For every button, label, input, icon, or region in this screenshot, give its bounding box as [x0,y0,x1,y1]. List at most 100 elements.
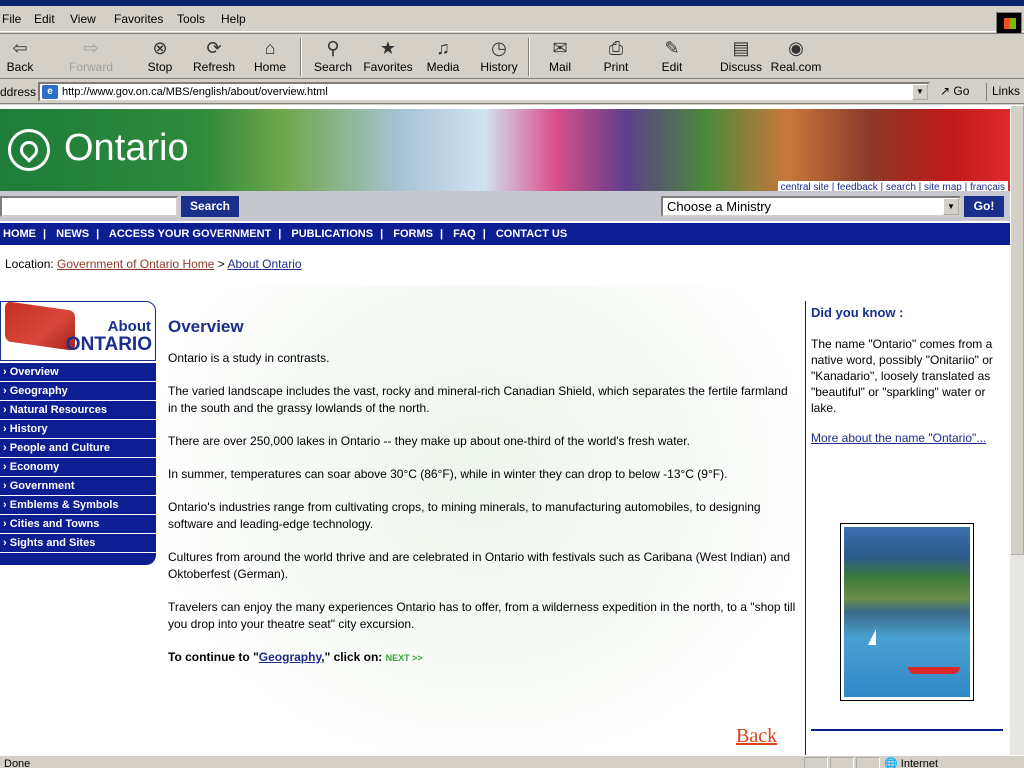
sidebar-item-sights-sites[interactable]: › Sights and Sites [0,534,156,553]
history-icon: ◷ [491,38,507,58]
links-button[interactable]: Links [986,83,1020,101]
menu-bar: File Edit View Favorites Tools Help [0,6,1024,34]
discuss-icon: ▤ [732,38,750,58]
nav-home[interactable]: HOME [3,228,36,240]
refresh-button[interactable]: ⟳ Refresh [190,36,238,78]
go-label: Go [953,84,970,98]
ministry-select[interactable]: Choose a Ministry ▼ [661,196,961,217]
ontario-logo[interactable]: Ontario [8,123,189,175]
sidebar-item-economy[interactable]: › Economy [0,458,156,477]
print-icon: ⎙ [608,38,624,58]
right-column-divider [805,301,806,755]
home-button[interactable]: ⌂ Home [250,36,290,78]
back-link[interactable]: Back [736,725,777,748]
site-search-input[interactable] [0,196,178,217]
sidebar-item-label: Government [9,480,75,492]
stop-button[interactable]: ⊗ Stop [142,36,178,78]
vertical-scrollbar[interactable] [1010,105,1024,755]
status-panel [804,757,828,768]
menu-edit[interactable]: Edit [34,12,55,26]
search-row: Search Choose a Ministry ▼ Go! [0,191,1010,221]
breadcrumb: Location: Government of Ontario Home > A… [5,257,302,271]
media-icon: ♫ [436,38,450,58]
about-label: About [107,318,151,335]
sidebar-item-government[interactable]: › Government [0,477,156,496]
nav-contact-us[interactable]: CONTACT US [496,228,567,240]
continue-post: ," click on: [321,650,383,664]
trillium-icon [8,129,50,171]
media-button[interactable]: ♫ Media [422,36,464,78]
address-dropdown-icon[interactable]: ▼ [912,84,928,100]
sidebar-item-emblems-symbols[interactable]: › Emblems & Symbols [0,496,156,515]
menu-help[interactable]: Help [221,12,246,26]
edit-icon: ✎ [664,38,680,58]
menu-file[interactable]: File [2,12,21,26]
print-button[interactable]: ⎙ Print [598,36,634,78]
favorites-button[interactable]: ★ Favorites [360,36,416,78]
crumb-separator: > [217,257,225,271]
sidebar-item-label: Cities and Towns [9,518,100,530]
paragraph: The varied landscape includes the vast, … [168,384,788,415]
sidebar-item-label: Sights and Sites [9,537,96,549]
toolbar: ⇦ Back ⇨ Forward ⊗ Stop ⟳ Refresh ⌂ Home ⚲ Sea… [0,33,1024,79]
chevron-down-icon[interactable]: ▼ [943,198,959,215]
geography-link[interactable]: Geography [259,650,321,664]
ie-page-icon: e [42,85,58,99]
about-ontario-header: About ONTARIO [0,301,156,361]
menu-favorites[interactable]: Favorites [114,12,163,26]
mail-button[interactable]: ✉ Mail [540,36,580,78]
sidebar-footer [0,553,156,565]
sidebar-item-cities-towns[interactable]: › Cities and Towns [0,515,156,534]
discuss-button[interactable]: ▤ Discuss [718,36,764,78]
sidebar-item-geography[interactable]: › Geography [0,382,156,401]
sidebar-item-people-culture[interactable]: › People and Culture [0,439,156,458]
realcom-button[interactable]: ◉ Real.com [768,36,824,78]
go-button[interactable]: ↗ Go [940,84,969,98]
address-url: http://www.gov.on.ca/MBS/english/about/o… [62,86,328,98]
crumb-government-home[interactable]: Government of Ontario Home [57,257,214,271]
status-panel [856,757,880,768]
windows-logo-icon [996,12,1022,34]
nav-publications[interactable]: PUBLICATIONS [291,228,373,240]
menu-view[interactable]: View [70,12,96,26]
scrollbar-thumb[interactable] [1010,105,1024,555]
did-you-know-panel: Did you know : The name "Ontario" comes … [811,305,1003,446]
forward-button[interactable]: ⇨ Forward [66,36,116,78]
address-input[interactable]: e http://www.gov.on.ca/MBS/english/about… [38,82,930,102]
ministry-go-button[interactable]: Go! [964,196,1004,217]
continue-line: To continue to "Geography," click on: NE… [168,649,798,667]
nav-access-government[interactable]: ACCESS YOUR GOVERNMENT [109,228,271,240]
canoe-icon [908,667,960,674]
refresh-icon: ⟳ [206,38,222,58]
sidebar-item-natural-resources[interactable]: › Natural Resources [0,401,156,420]
crumb-about-ontario[interactable]: About Ontario [227,257,301,271]
site-search-button[interactable]: Search [181,196,239,217]
back-button[interactable]: ⇦ Back [2,36,38,78]
did-you-know-title: Did you know : [811,305,904,320]
sidebar-item-overview[interactable]: › Overview [0,363,156,382]
search-button[interactable]: ⚲ Search [310,36,356,78]
address-label: ddress [0,85,37,99]
zone-label: Internet [900,758,939,768]
mail-icon: ✉ [552,38,568,58]
address-bar: ddress e http://www.gov.on.ca/MBS/englis… [0,80,1024,104]
paragraph: Ontario is a study in contrasts. [168,351,330,365]
nav-forms[interactable]: FORMS [393,228,433,240]
next-button[interactable]: NEXT >> [386,653,423,663]
realcom-icon: ◉ [788,38,804,58]
paragraph: In summer, temperatures can soar above 3… [168,467,728,481]
logo-text: Ontario [64,127,189,169]
sidebar-item-history[interactable]: › History [0,420,156,439]
page-title: Overview [168,317,244,336]
sidebar-item-label: Emblems & Symbols [9,499,119,511]
internet-zone: 🌐 Internet [884,758,939,768]
nav-news[interactable]: NEWS [56,228,89,240]
page-viewport: Ontario central site | feedback | search… [0,105,1010,755]
ontario-label: ONTARIO [65,334,152,355]
nav-faq[interactable]: FAQ [453,228,476,240]
more-about-name-link[interactable]: More about the name "Ontario"... [811,431,986,445]
edit-button[interactable]: ✎ Edit [652,36,692,78]
history-button[interactable]: ◷ History [476,36,522,78]
status-panel [830,757,854,768]
menu-tools[interactable]: Tools [177,12,205,26]
